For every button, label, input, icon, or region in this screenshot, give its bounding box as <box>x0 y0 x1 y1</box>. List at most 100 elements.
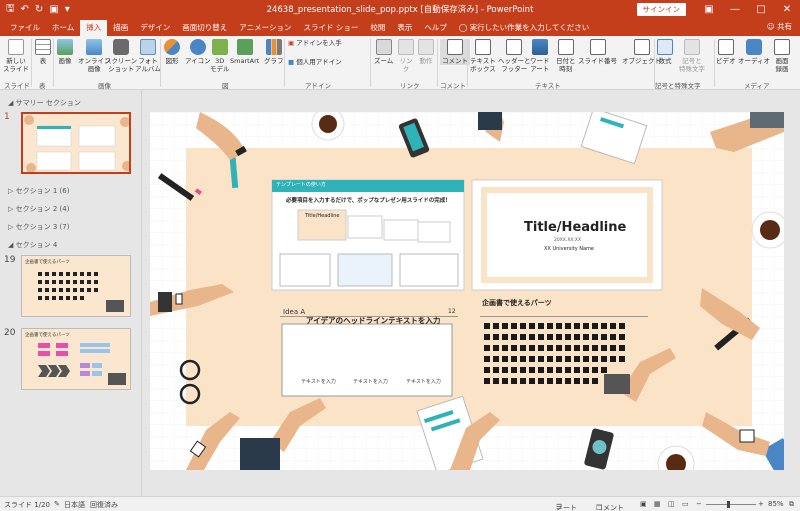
section-summary[interactable]: ◢ サマリー セクション <box>8 98 81 108</box>
header-footer-button[interactable]: ヘッダーと フッター <box>498 39 531 73</box>
zoom-level[interactable]: 85% <box>768 500 784 508</box>
start-from-beginning-icon[interactable]: ▣ <box>49 4 58 15</box>
new-slide-button[interactable]: 新しい スライド <box>3 39 29 73</box>
pi-icon <box>657 39 673 55</box>
action-button[interactable]: 動作 <box>418 39 434 65</box>
tab-animations[interactable]: アニメーション <box>233 20 297 36</box>
icons-icon <box>189 39 206 55</box>
slide-number: 20 <box>4 328 16 338</box>
language-indicator[interactable]: 日本語 <box>64 500 85 510</box>
link-button[interactable]: リンク <box>398 39 414 73</box>
slideshow-view-icon[interactable]: ▭ <box>682 500 689 508</box>
video-button[interactable]: ビデオ <box>716 39 736 65</box>
lightbulb-icon: ◯ <box>458 23 470 32</box>
title-headline[interactable]: Title/Headline <box>524 220 626 235</box>
wordart-button[interactable]: ワード アート <box>530 39 550 73</box>
tab-design[interactable]: デザイン <box>134 20 176 36</box>
slide-thumbnail-title: 企画書で使えるパーツ <box>25 333 70 338</box>
section-2[interactable]: ▷ セクション 2 (4) <box>8 204 69 214</box>
group-separator <box>437 39 438 87</box>
object-button[interactable]: オブジェクト <box>622 39 661 65</box>
idea-text-1[interactable]: テキストを入力 <box>301 378 336 385</box>
shapes-button[interactable]: 図形 <box>164 39 180 65</box>
person-icon: ☺ <box>766 22 777 31</box>
3d-models-button[interactable]: 3D モデル <box>210 39 230 73</box>
screenshot-button[interactable]: スクリーン ショット <box>105 39 137 73</box>
sign-in-button[interactable]: サインイン <box>636 2 686 16</box>
idea-heading[interactable]: アイデアのヘッドラインテキストを入力 <box>306 315 440 326</box>
slide-thumbnail-19[interactable]: 企画書で使えるパーツ <box>21 255 131 317</box>
status-bar: スライド 1/20 ✎ 日本語 回復済み ☰ ノート □ コメント ▣ ▦ ◫ … <box>0 496 800 511</box>
ribbon-tabs: ファイル ホーム 挿入 描画 デザイン 画面切り替え アニメーション スライド … <box>0 18 800 36</box>
image-icon <box>57 39 73 55</box>
audio-button[interactable]: オーディオ <box>738 39 770 65</box>
tab-review[interactable]: 校閲 <box>364 20 391 36</box>
zoom-slider-track[interactable] <box>706 504 756 505</box>
slide-sorter-icon[interactable]: ▦ <box>654 500 661 508</box>
hash-icon <box>589 39 606 55</box>
image-button[interactable]: 画像 <box>57 39 73 65</box>
smartart-button[interactable]: SmartArt <box>230 39 259 65</box>
slide-count[interactable]: スライド 1/20 <box>4 500 50 510</box>
share-button[interactable]: ☺ 共有 <box>767 20 792 34</box>
minimize-icon[interactable]: — <box>722 4 748 15</box>
screen-recording-button[interactable]: 画面 録画 <box>774 39 790 73</box>
normal-view-icon[interactable]: ▣ <box>640 500 647 508</box>
fit-slide-icon[interactable]: ⧉ <box>789 500 794 509</box>
table-button[interactable]: 表 <box>35 39 51 65</box>
close-icon[interactable]: ✕ <box>774 4 800 15</box>
tell-me-search[interactable]: ◯ 実行したい作業を入力してください <box>459 20 589 36</box>
photo-album-button[interactable]: フォト アルバム <box>135 39 161 73</box>
parts-heading[interactable]: 企画書で使えるパーツ <box>482 298 552 308</box>
tab-transitions[interactable]: 画面切り替え <box>176 20 233 36</box>
ribbon-display-options-icon[interactable]: ▣ <box>696 4 722 15</box>
slide-number-button[interactable]: スライド番号 <box>578 39 617 65</box>
textbox-button[interactable]: テキスト ボックス <box>470 39 496 73</box>
comment-icon <box>447 39 463 55</box>
reading-view-icon[interactable]: ◫ <box>668 500 675 508</box>
tab-home[interactable]: ホーム <box>46 20 80 36</box>
tab-draw[interactable]: 描画 <box>107 20 134 36</box>
cube-icon <box>211 39 228 55</box>
customize-qat-icon[interactable]: ▾ <box>65 4 70 15</box>
idea-text-3[interactable]: テキストを入力 <box>406 378 441 385</box>
slide-thumbnail-20[interactable]: 企画書で使えるパーツ <box>21 328 131 390</box>
idea-text-2[interactable]: テキストを入力 <box>353 378 388 385</box>
idea-label: Idea A <box>283 308 306 316</box>
undo-icon[interactable]: ↶ <box>21 4 29 15</box>
my-addins-button[interactable]: ■ 個人用アドイン <box>288 58 342 66</box>
zoom-in-icon[interactable]: + <box>758 500 764 508</box>
get-addins-button[interactable]: ▣ アドインを入手 <box>288 39 342 47</box>
tab-file[interactable]: ファイル <box>4 20 46 36</box>
section-3[interactable]: ▷ セクション 3 (7) <box>8 222 69 232</box>
screen-record-icon <box>774 39 790 55</box>
zoom-icon <box>375 39 392 55</box>
tab-insert[interactable]: 挿入 <box>80 20 108 36</box>
datetime-button[interactable]: 日付と 時刻 <box>556 39 576 73</box>
group-separator <box>284 39 285 87</box>
section-1[interactable]: ▷ セクション 1 (6) <box>8 186 69 196</box>
section-4[interactable]: ◢ セクション 4 <box>8 240 57 250</box>
spellcheck-icon[interactable]: ✎ <box>54 500 60 508</box>
icons-button[interactable]: アイコン <box>185 39 211 65</box>
collapse-icon: ◢ <box>8 99 16 107</box>
tab-slideshow[interactable]: スライド ショー <box>297 20 364 36</box>
chart-button[interactable]: グラフ <box>264 39 284 65</box>
tab-view[interactable]: 表示 <box>391 20 418 36</box>
textbox-icon <box>474 39 491 55</box>
slide-thumbnail-1[interactable] <box>21 112 131 174</box>
save-icon[interactable]: 🖫 <box>6 1 15 18</box>
zoom-out-icon[interactable]: − <box>696 500 702 508</box>
maximize-icon[interactable]: □ <box>748 4 774 15</box>
group-link-label: リンク <box>400 82 420 90</box>
equation-button[interactable]: 数式 <box>657 39 673 65</box>
zoom-button[interactable]: ズーム <box>374 39 393 65</box>
tab-help[interactable]: ヘルプ <box>418 20 453 36</box>
zoom-slider-thumb[interactable] <box>727 501 730 508</box>
redo-icon[interactable]: ↻ <box>35 4 43 15</box>
symbol-button[interactable]: 記号と 特殊文字 <box>679 39 705 73</box>
slide-canvas[interactable]: テンプレートの使い方 必要項目を入力するだけで、ポップなプレゼン用スライドの完成… <box>150 112 784 470</box>
slide-thumbnail-pane: ◢ サマリー セクション 1 ▷ セクション 1 (6) ▷ セクション 2 (… <box>0 90 142 496</box>
comment-button[interactable]: コメント <box>440 39 470 65</box>
title-university: XX University Name <box>544 246 595 252</box>
